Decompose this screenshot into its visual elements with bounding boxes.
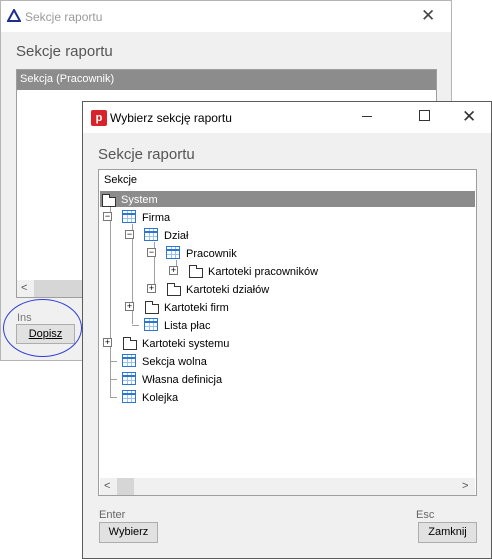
- close-button[interactable]: Zamknij: [418, 522, 477, 543]
- table-icon: [166, 246, 180, 259]
- table-icon: [144, 318, 158, 331]
- tree-label-kartoteki-firm[interactable]: Kartoteki firm: [164, 302, 229, 314]
- expand-icon[interactable]: +: [103, 338, 112, 347]
- minimize-icon[interactable]: [362, 116, 372, 117]
- expand-icon[interactable]: +: [169, 266, 178, 275]
- section-tree[interactable]: Sekcje System − Firma − Dział − Pracowni…: [98, 169, 477, 496]
- table-icon: [144, 228, 158, 241]
- close-icon[interactable]: ✕: [421, 7, 435, 24]
- background-heading: Sekcje raportu: [16, 43, 113, 60]
- tree-line: [110, 206, 111, 398]
- maximize-icon[interactable]: [419, 110, 430, 121]
- tree-label-pracownik[interactable]: Pracownik: [186, 248, 237, 260]
- dialog-titlebar: p Wybierz sekcję raportu ✕: [83, 102, 491, 133]
- close-button-label: Zamknij: [428, 526, 467, 538]
- dialog-title: Wybierz sekcję raportu: [110, 111, 232, 125]
- enter-shortcut-label: Enter: [99, 509, 126, 521]
- scroll-thumb[interactable]: [117, 478, 134, 495]
- table-icon: [122, 372, 136, 385]
- collapse-icon[interactable]: −: [147, 248, 156, 257]
- tree-label-lista-plac[interactable]: Lista płac: [164, 320, 210, 332]
- background-titlebar: Sekcje raportu ✕: [1, 1, 451, 32]
- triangle-app-icon: [7, 9, 21, 22]
- scroll-left-icon[interactable]: <: [104, 480, 110, 492]
- horizontal-scrollbar[interactable]: < >: [100, 478, 475, 495]
- tree-label-kartoteki-pracownikow[interactable]: Kartoteki pracowników: [208, 266, 318, 278]
- folder-icon: [123, 337, 137, 350]
- select-section-dialog: p Wybierz sekcję raportu ✕ Sekcje raport…: [82, 101, 492, 559]
- app-icon: p: [91, 110, 107, 126]
- annotation-circle: [3, 299, 82, 357]
- scroll-thumb[interactable]: [34, 280, 87, 297]
- tree-header: Sekcje: [104, 174, 138, 186]
- table-icon: [122, 354, 136, 367]
- dialog-heading: Sekcje raportu: [98, 146, 195, 163]
- tree-label-kartoteki-dzialow[interactable]: Kartoteki działów: [186, 284, 269, 296]
- tree-line: [110, 397, 117, 398]
- folder-icon: [145, 301, 159, 314]
- expand-icon[interactable]: +: [125, 302, 134, 311]
- table-icon: [122, 390, 136, 403]
- tree-label-kolejka[interactable]: Kolejka: [142, 392, 178, 404]
- tree-label-system[interactable]: System: [121, 194, 158, 206]
- tree-label-wlasna-definicja[interactable]: Własna definicja: [142, 374, 222, 386]
- collapse-icon[interactable]: −: [103, 212, 112, 221]
- background-horizontal-scrollbar[interactable]: <: [17, 280, 87, 297]
- tree-line: [110, 379, 117, 380]
- collapse-icon[interactable]: −: [125, 230, 134, 239]
- folder-icon: [189, 265, 203, 278]
- select-button[interactable]: Wybierz: [99, 522, 158, 543]
- esc-shortcut-label: Esc: [416, 509, 435, 521]
- tree-line: [132, 325, 139, 326]
- select-button-label: Wybierz: [108, 526, 149, 538]
- tree-label-dzial[interactable]: Dział: [164, 230, 188, 242]
- tree-label-sekcja-wolna[interactable]: Sekcja wolna: [142, 356, 207, 368]
- tree-line: [110, 361, 117, 362]
- expand-icon[interactable]: +: [147, 284, 156, 293]
- folder-icon: [102, 194, 116, 207]
- scroll-right-icon[interactable]: >: [462, 480, 468, 492]
- table-icon: [122, 210, 136, 223]
- folder-icon: [167, 283, 181, 296]
- close-icon[interactable]: ✕: [462, 108, 476, 125]
- selected-section-label: Sekcja (Pracownik): [20, 73, 115, 85]
- tree-label-firma[interactable]: Firma: [142, 212, 170, 224]
- selected-section-row[interactable]: Sekcja (Pracownik): [17, 70, 436, 90]
- tree-label-kartoteki-systemu[interactable]: Kartoteki systemu: [142, 338, 229, 350]
- scroll-left-icon[interactable]: <: [21, 282, 27, 294]
- background-window-title: Sekcje raportu: [25, 10, 103, 24]
